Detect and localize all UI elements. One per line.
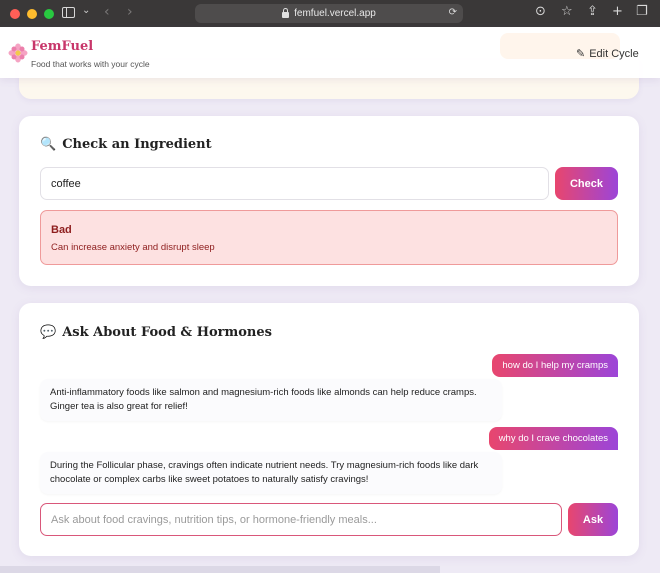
result-verdict: Bad [51, 224, 72, 236]
assistant-message: Anti-inflammatory foods like salmon and … [40, 379, 502, 421]
browser-toolbar: ⌄ ‹ › femfuel.vercel.app ⟳ ⊙ ☆ ⇪ + ❐ [0, 0, 660, 27]
flower-logo-icon [8, 43, 28, 63]
speech-bubble-icon: 💬 [40, 325, 57, 340]
lock-icon [282, 7, 290, 18]
forward-button[interactable]: › [127, 4, 133, 20]
sidebar-toggle-icon[interactable] [62, 7, 75, 18]
chat-card-title-text: Ask About Food & Hormones [62, 325, 272, 340]
chevron-down-icon[interactable]: ⌄ [82, 5, 90, 16]
app-header: FemFuel Food that works with your cycle … [0, 27, 660, 78]
close-window-button[interactable] [10, 8, 20, 19]
ingredient-check-card: 🔍 Check an Ingredient Check Bad Can incr… [19, 116, 639, 286]
address-bar[interactable]: femfuel.vercel.app ⟳ [195, 4, 463, 23]
new-tab-icon[interactable]: + [612, 4, 623, 19]
minimize-window-button[interactable] [27, 8, 37, 19]
reload-icon[interactable]: ⟳ [449, 7, 457, 18]
chat-card-title: 💬 Ask About Food & Hormones [40, 325, 272, 340]
check-button[interactable]: Check [555, 167, 618, 200]
url-text: femfuel.vercel.app [294, 8, 376, 19]
edit-cycle-button[interactable]: ✎ Edit Cycle [576, 47, 639, 60]
ingredient-card-title-text: Check an Ingredient [62, 137, 212, 152]
ask-button[interactable]: Ask [568, 503, 618, 536]
ingredient-card-title: 🔍 Check an Ingredient [40, 137, 212, 152]
user-message: how do I help my cramps [492, 354, 618, 377]
brand-name[interactable]: FemFuel [31, 39, 93, 54]
ingredient-input[interactable] [40, 167, 549, 200]
question-input[interactable] [40, 503, 562, 536]
chat-card: 💬 Ask About Food & Hormones how do I hel… [19, 303, 639, 556]
maximize-window-button[interactable] [44, 8, 54, 19]
brand-tagline: Food that works with your cycle [31, 59, 150, 69]
magnifier-icon: 🔍 [40, 137, 57, 152]
bookmark-star-icon[interactable]: ☆ [561, 4, 573, 19]
user-message: why do I crave chocolates [488, 427, 618, 450]
share-icon[interactable]: ⇪ [587, 4, 598, 19]
page-bottom-edge [0, 566, 440, 573]
window-controls [10, 8, 54, 19]
back-button[interactable]: ‹ [104, 4, 110, 20]
download-icon[interactable]: ⊙ [535, 4, 546, 19]
assistant-message: During the Follicular phase, cravings of… [40, 452, 502, 494]
edit-cycle-label: Edit Cycle [589, 47, 639, 60]
pencil-icon: ✎ [576, 47, 586, 60]
tab-overview-icon[interactable]: ❐ [636, 4, 648, 19]
ingredient-result: Bad Can increase anxiety and disrupt sle… [40, 210, 618, 265]
result-description: Can increase anxiety and disrupt sleep [51, 242, 215, 253]
